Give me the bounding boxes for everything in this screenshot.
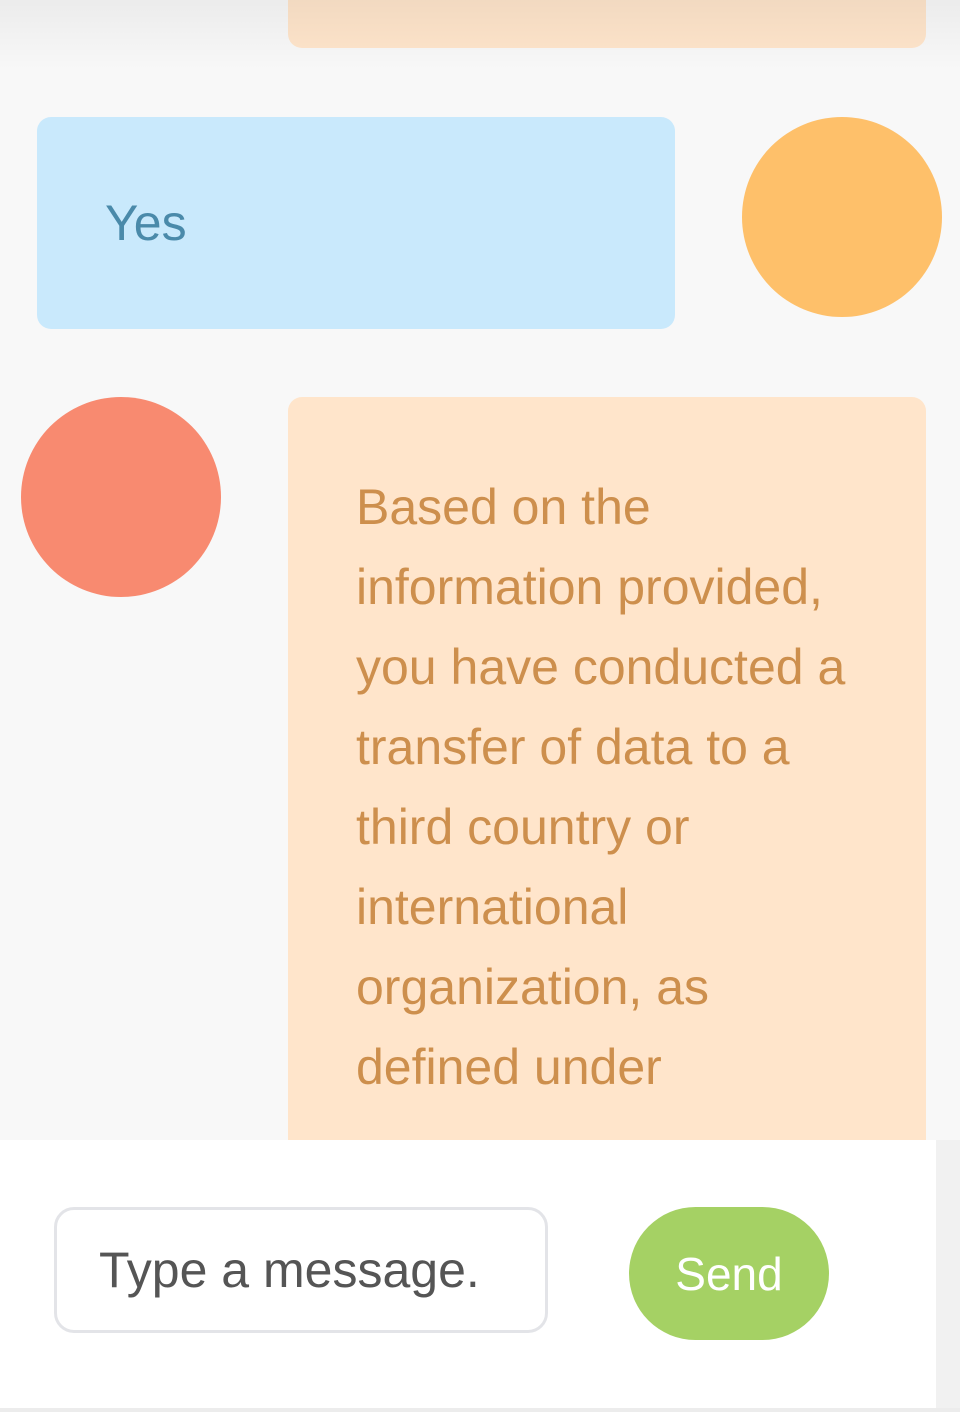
bot-message-bubble-previous — [288, 0, 926, 48]
user-message-text: Yes — [105, 195, 187, 251]
user-avatar — [742, 117, 942, 317]
message-input[interactable] — [54, 1207, 548, 1333]
composer-edge — [936, 1140, 960, 1412]
send-button[interactable]: Send — [629, 1207, 829, 1340]
bot-avatar — [21, 397, 221, 597]
user-message-bubble: Yes — [37, 117, 675, 329]
composer-bottom-border — [0, 1408, 960, 1412]
bot-message-text: Based on the information provided, you h… — [356, 479, 846, 1095]
bot-message-bubble: Based on the information provided, you h… — [288, 397, 926, 1140]
chat-messages[interactable]: Yes Based on the information provided, y… — [0, 0, 960, 1140]
